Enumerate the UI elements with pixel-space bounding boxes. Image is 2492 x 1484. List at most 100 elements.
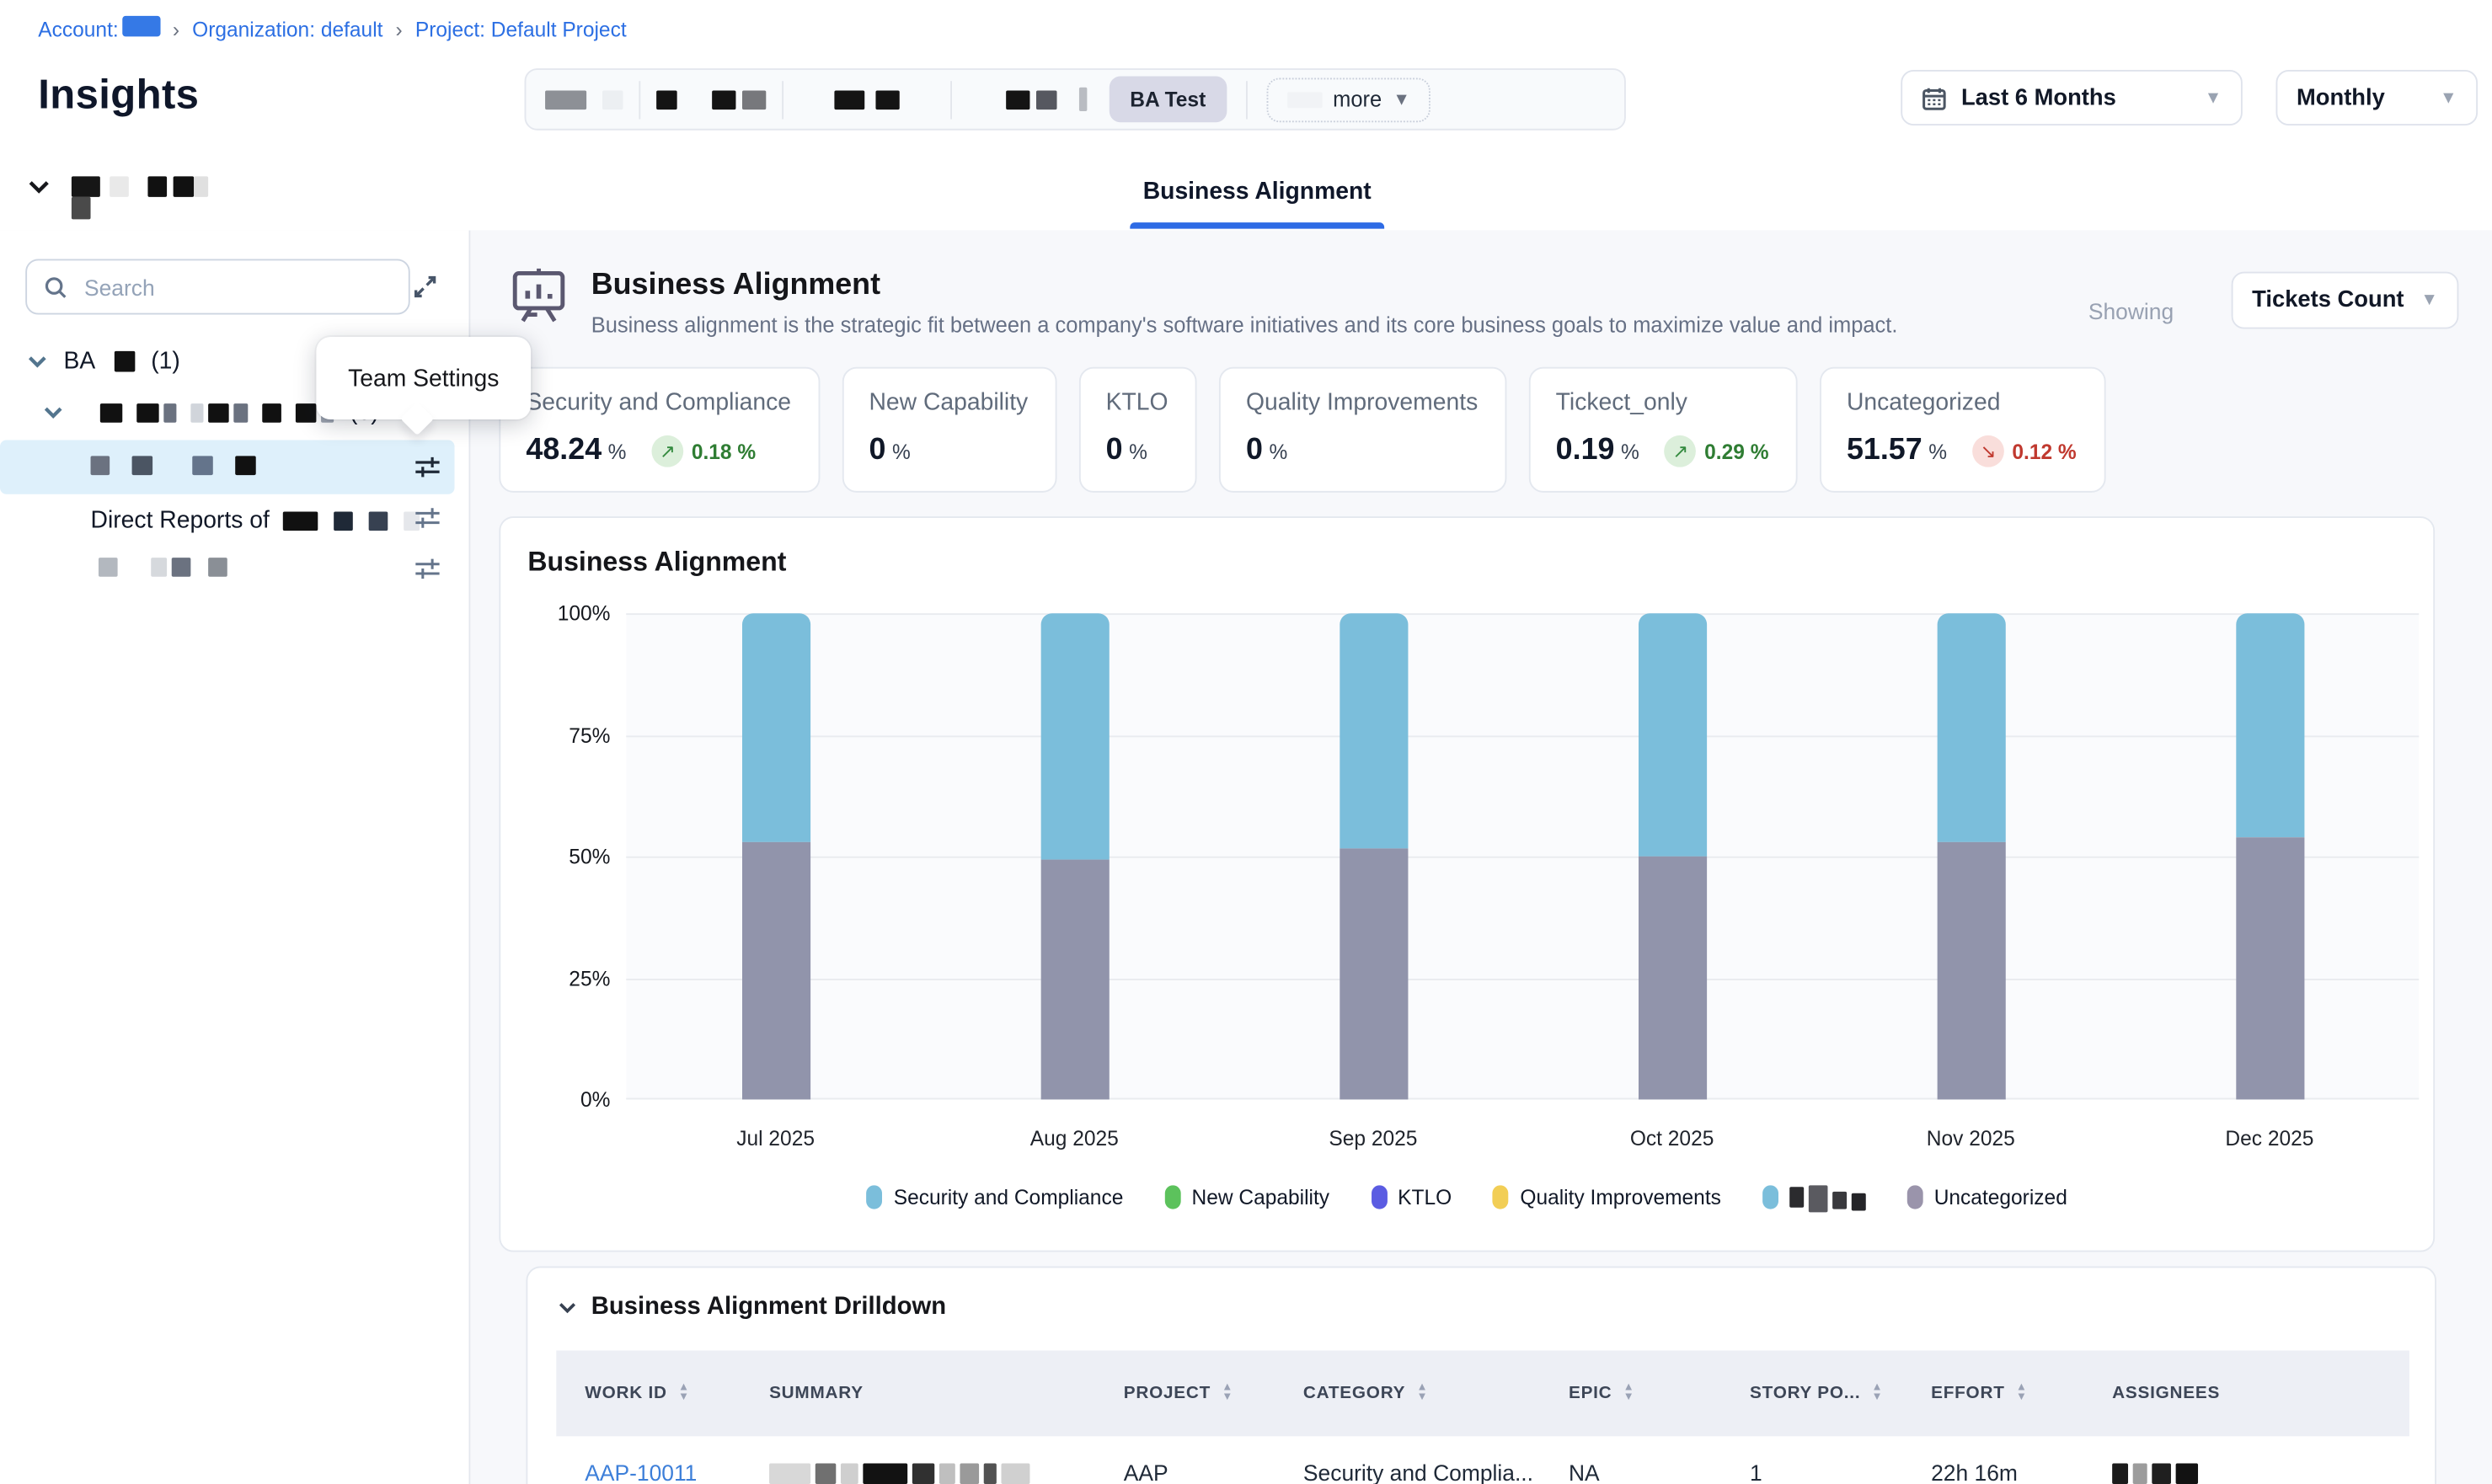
bar-segment-security-and-compliance bbox=[2235, 613, 2303, 837]
redacted-label bbox=[91, 456, 256, 475]
redacted-toolbar-group[interactable] bbox=[656, 90, 766, 109]
legend-item[interactable]: Quality Improvements bbox=[1493, 1185, 1721, 1209]
chart-bar-group bbox=[1522, 613, 1821, 1099]
breadcrumb-project-link[interactable]: Project: Default Project bbox=[415, 17, 627, 40]
stacked-bar bbox=[1339, 613, 1407, 1099]
column-header-label: EPIC bbox=[1569, 1384, 1612, 1403]
chart-y-tick-label: 50% bbox=[521, 845, 611, 868]
legend-item[interactable]: Security and Compliance bbox=[867, 1185, 1124, 1209]
chart-plot-area: 0%25%50%75%100% bbox=[626, 613, 2419, 1099]
column-header-label: CATEGORY bbox=[1303, 1384, 1405, 1403]
legend-label: Quality Improvements bbox=[1520, 1185, 1721, 1209]
metric-card: Uncategorized51.57%↘0.12 % bbox=[1820, 367, 2105, 493]
column-header-label: SUMMARY bbox=[769, 1384, 864, 1403]
bar-segment-security-and-compliance bbox=[741, 613, 810, 841]
trend-up-icon: ↗ bbox=[1665, 435, 1697, 467]
redacted-label bbox=[72, 173, 247, 222]
redacted-toolbar-group[interactable] bbox=[545, 90, 623, 109]
column-header-label: ASSIGNEES bbox=[2112, 1384, 2220, 1403]
redacted-block bbox=[2112, 1463, 2409, 1484]
drilldown-table: WORK ID▲▼ SUMMARY PROJECT▲▼ CATEGORY ▲▼ EPIC ▲… bbox=[556, 1351, 2409, 1484]
legend-swatch bbox=[1164, 1185, 1180, 1209]
search-icon bbox=[43, 274, 68, 299]
chevron-down-icon bbox=[41, 400, 65, 424]
team-settings-sliders-icon[interactable] bbox=[412, 500, 447, 536]
column-header-work-id[interactable]: WORK ID▲▼ bbox=[556, 1384, 741, 1403]
redacted-block bbox=[1286, 91, 1322, 107]
sort-icon[interactable]: ▲▼ bbox=[1416, 1384, 1428, 1403]
metric-card-delta: ↘0.12 % bbox=[1972, 435, 2077, 467]
tree-node-direct-reports[interactable]: Direct Reports of bbox=[91, 507, 420, 534]
tab-business-alignment[interactable]: Business Alignment bbox=[1130, 154, 1384, 229]
bar-segment-uncategorized bbox=[1638, 857, 1706, 1100]
metric-card-value: 48.24 bbox=[526, 434, 602, 467]
sidebar-collapse-control[interactable] bbox=[25, 173, 246, 222]
expand-sidebar-icon[interactable] bbox=[410, 269, 446, 304]
chart-legend: Security and Compliance New Capability KTL… bbox=[500, 1182, 2433, 1213]
redacted-toolbar-group[interactable] bbox=[1006, 88, 1087, 111]
chart-y-tick-label: 75% bbox=[521, 723, 611, 746]
column-header-assignees: ASSIGNEES bbox=[2083, 1384, 2409, 1403]
cell-project: AAP bbox=[1095, 1460, 1275, 1484]
metric-card-label: Quality Improvements bbox=[1246, 389, 1478, 416]
work-id-link[interactable]: AAP-10011 bbox=[585, 1460, 697, 1484]
legend-item[interactable]: New Capability bbox=[1164, 1185, 1329, 1209]
active-tab-indicator bbox=[1130, 222, 1384, 229]
redacted-block bbox=[769, 1463, 1095, 1484]
tree-node-team[interactable] bbox=[99, 558, 227, 577]
metric-card-value: 0 bbox=[869, 434, 885, 467]
chevron-down-icon: ▼ bbox=[1393, 90, 1410, 109]
legend-item[interactable]: KTLO bbox=[1371, 1185, 1452, 1209]
stacked-bar bbox=[1040, 613, 1109, 1099]
breadcrumb-organization-link[interactable]: Organization: default bbox=[192, 17, 382, 40]
metric-card-delta-value: 0.29 % bbox=[1704, 440, 1768, 463]
metric-card: KTLO0% bbox=[1079, 367, 1197, 493]
sidebar-search[interactable] bbox=[25, 259, 410, 314]
chart-title: Business Alignment bbox=[527, 547, 786, 579]
trend-down-icon: ↘ bbox=[1972, 435, 2004, 467]
team-settings-sliders-icon[interactable] bbox=[412, 552, 447, 587]
search-input[interactable] bbox=[81, 273, 393, 302]
bar-segment-security-and-compliance bbox=[1040, 613, 1109, 858]
sort-icon[interactable]: ▲▼ bbox=[2016, 1384, 2028, 1403]
tree-node-root[interactable]: BA (1) bbox=[25, 348, 180, 375]
breadcrumb-separator: › bbox=[396, 17, 403, 40]
sort-icon[interactable]: ▲▼ bbox=[1623, 1384, 1635, 1403]
ba-test-button[interactable]: BA Test bbox=[1110, 77, 1227, 123]
metric-card-delta-value: 0.18 % bbox=[692, 440, 756, 463]
sort-icon[interactable]: ▲▼ bbox=[1222, 1384, 1233, 1403]
redacted-toolbar-group[interactable] bbox=[834, 90, 899, 109]
column-header-story-po-[interactable]: STORY PO... ▲▼ bbox=[1721, 1384, 1902, 1403]
column-header-label: EFFORT bbox=[1931, 1384, 2005, 1403]
cell-work-id: AAP-10011 bbox=[556, 1460, 741, 1484]
metric-card-delta: ↗0.18 % bbox=[652, 435, 757, 467]
granularity-select[interactable]: Monthly ▼ bbox=[2275, 70, 2478, 125]
metric-card-value: 0 bbox=[1106, 434, 1123, 467]
cell-category: Security and Complia... bbox=[1275, 1460, 1540, 1484]
tree-node-team-selected[interactable] bbox=[91, 456, 256, 475]
column-header-effort[interactable]: EFFORT ▲▼ bbox=[1902, 1384, 2083, 1403]
date-range-select[interactable]: Last 6 Months ▼ bbox=[1901, 70, 2243, 125]
sort-icon[interactable]: ▲▼ bbox=[678, 1384, 690, 1403]
legend-label: Uncategorized bbox=[1934, 1185, 2067, 1209]
showing-select[interactable]: Tickets Count ▼ bbox=[2232, 272, 2459, 329]
column-header-epic[interactable]: EPIC ▲▼ bbox=[1540, 1384, 1721, 1403]
team-settings-sliders-icon[interactable] bbox=[412, 450, 447, 485]
legend-swatch bbox=[1762, 1185, 1778, 1209]
chart-y-tick-label: 0% bbox=[521, 1087, 611, 1111]
sort-icon[interactable]: ▲▼ bbox=[1872, 1384, 1884, 1403]
table-row[interactable]: AAP-10011AAPSecurity and Complia...NA122… bbox=[556, 1436, 2409, 1484]
drilldown-collapse-header[interactable]: Business Alignment Drilldown bbox=[556, 1294, 946, 1322]
column-header-label: STORY PO... bbox=[1750, 1384, 1860, 1403]
breadcrumb-account-link[interactable]: Account: bbox=[38, 16, 159, 41]
chart-x-tick-label: Jul 2025 bbox=[736, 1127, 815, 1150]
column-header-project[interactable]: PROJECT▲▼ bbox=[1095, 1384, 1275, 1403]
metric-card-unit: % bbox=[1928, 440, 1947, 464]
legend-item[interactable]: Uncategorized bbox=[1907, 1185, 2067, 1209]
page-title: Insights bbox=[38, 70, 199, 119]
chart-x-tick-label: Oct 2025 bbox=[1630, 1127, 1714, 1150]
legend-item[interactable] bbox=[1762, 1182, 1866, 1213]
column-header-category[interactable]: CATEGORY ▲▼ bbox=[1275, 1384, 1540, 1403]
more-button[interactable]: more ▼ bbox=[1266, 77, 1431, 121]
redacted-account-name bbox=[121, 16, 159, 37]
